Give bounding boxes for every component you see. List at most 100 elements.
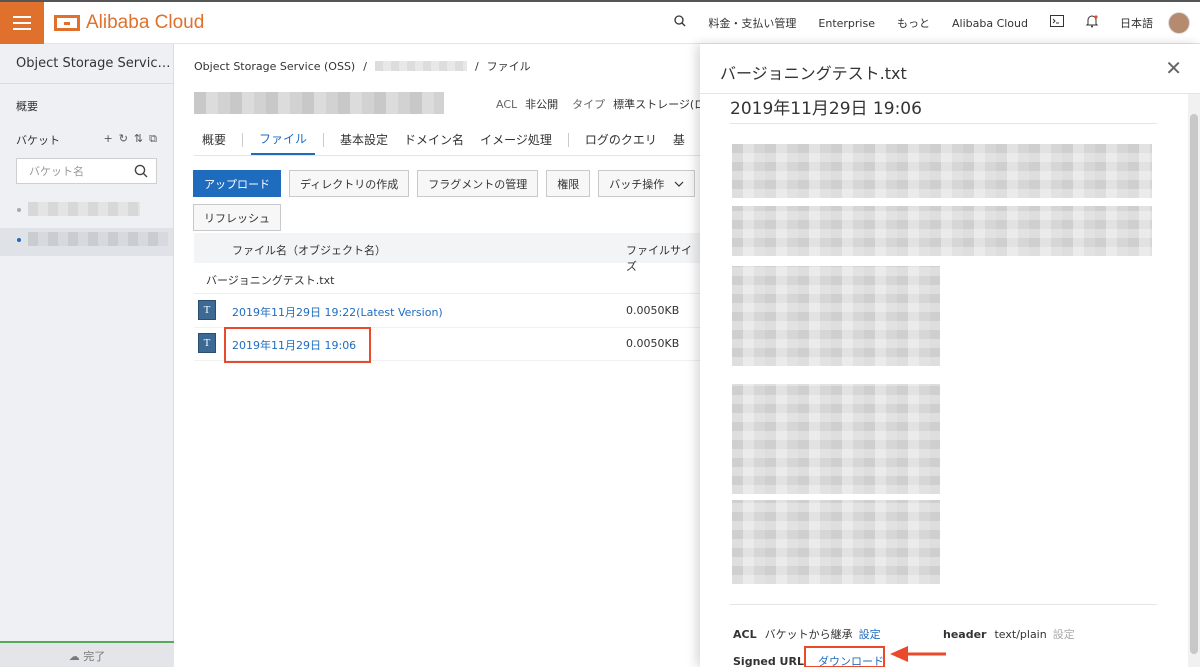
acl-settings-link[interactable]: 設定 <box>859 628 881 641</box>
bucket-name-redacted <box>28 232 168 246</box>
sidebar-bucket-item-active[interactable] <box>0 228 173 256</box>
preview-title: 2019年11月29日 19:06 <box>730 99 922 119</box>
type-label: タイプ <box>572 98 606 111</box>
batch-operation-label: バッチ操作 <box>609 177 665 191</box>
preview-content-redacted <box>732 144 1152 198</box>
sidebar-title: Object Storage Servic… <box>0 44 173 84</box>
file-size: 0.0050KB <box>626 337 680 350</box>
signed-url-label: Signed URL <box>733 655 804 667</box>
upload-button[interactable]: アップロード <box>193 170 281 197</box>
header-settings-link[interactable]: 設定 <box>1053 628 1075 641</box>
bucket-tools: + ↻ ⇅ ⧉ <box>103 132 157 148</box>
text-file-icon: T <box>198 300 216 320</box>
header-label: header <box>943 628 987 641</box>
text-file-icon: T <box>198 333 216 353</box>
search-icon[interactable] <box>134 164 148 178</box>
bucket-dot-icon <box>17 238 21 242</box>
bucket-section-header: バケット + ↻ ⇅ ⧉ <box>0 114 173 148</box>
acl-label: ACL <box>733 628 757 641</box>
bucket-name-redacted <box>28 202 140 216</box>
refresh-button[interactable]: リフレッシュ <box>193 204 281 231</box>
sidebar-item-overview[interactable]: 概要 <box>0 84 173 114</box>
terminal-icon[interactable] <box>1039 15 1075 31</box>
nav-enterprise[interactable]: Enterprise <box>807 17 886 30</box>
bucket-search-input[interactable] <box>29 164 129 178</box>
nav-billing[interactable]: 料金・支払い管理 <box>697 15 807 31</box>
breadcrumb-oss[interactable]: Object Storage Service (OSS) <box>194 60 355 73</box>
bucket-dot-icon <box>17 208 21 212</box>
divider <box>730 123 1157 124</box>
tab-log-query[interactable]: ログのクエリ <box>577 131 665 154</box>
acl-value: 非公開 <box>525 98 559 111</box>
avatar[interactable] <box>1168 12 1190 34</box>
bucket-search <box>16 158 157 184</box>
toolbar: アップロード ディレクトリの作成 フラグメントの管理 権限 バッチ操作 リフレッ… <box>193 170 700 231</box>
close-icon[interactable]: ✕ <box>1165 56 1182 80</box>
preview-content-redacted <box>732 206 1152 256</box>
sort-icon[interactable]: ⇅ <box>134 132 143 148</box>
tab-truncated[interactable]: 基 <box>665 131 693 154</box>
batch-operation-button[interactable]: バッチ操作 <box>598 170 696 197</box>
acl-value: バケットから継承 <box>764 628 853 641</box>
sidebar-bucket-item[interactable] <box>0 198 173 222</box>
breadcrumb: Object Storage Service (OSS) / / ファイル <box>194 58 531 74</box>
scrollbar-thumb[interactable] <box>1190 114 1198 654</box>
acl-label: ACL <box>496 98 518 111</box>
alibaba-cloud-logo-icon <box>54 15 80 31</box>
search-icon[interactable] <box>663 15 697 31</box>
menu-icon[interactable] <box>0 2 44 44</box>
preview-content-redacted <box>732 500 940 584</box>
annotation-arrow-icon <box>890 646 946 662</box>
nav-language[interactable]: 日本語 <box>1109 15 1164 31</box>
fragment-management-button[interactable]: フラグメントの管理 <box>417 170 539 197</box>
annotation-highlight-box <box>224 327 371 363</box>
breadcrumb-files: ファイル <box>486 60 531 73</box>
divider <box>730 604 1157 605</box>
drawer-header: バージョニングテスト.txt ✕ <box>700 44 1200 94</box>
cloud-icon: ☁ <box>68 650 80 663</box>
preview-content-redacted <box>732 266 940 366</box>
breadcrumb-separator: / <box>474 59 479 73</box>
tab-divider <box>242 132 244 147</box>
bell-icon[interactable] <box>1075 14 1109 32</box>
add-icon[interactable]: + <box>103 132 112 148</box>
nav-more[interactable]: もっと <box>886 15 941 31</box>
create-directory-button[interactable]: ディレクトリの作成 <box>289 170 410 197</box>
column-file-name[interactable]: ファイル名（オブジェクト名） <box>232 242 386 258</box>
table-row[interactable]: T 2019年11月29日 19:22(Latest Version) 0.00… <box>194 294 700 328</box>
tab-divider <box>567 132 569 147</box>
tab-image-processing[interactable]: イメージ処理 <box>472 131 560 154</box>
file-version-link[interactable]: 2019年11月29日 19:22(Latest Version) <box>232 304 443 320</box>
version-group-row: バージョニングテスト.txt <box>194 264 700 294</box>
sidebar-footer: ☁ 完了 <box>0 641 174 667</box>
tab-files[interactable]: ファイル <box>251 130 316 155</box>
top-nav: 料金・支払い管理 Enterprise もっと Alibaba Cloud 日本… <box>663 2 1200 44</box>
bucket-title-redacted <box>194 92 444 114</box>
tab-basic-settings[interactable]: 基本設定 <box>332 131 396 154</box>
file-detail-drawer: バージョニングテスト.txt ✕ 2019年11月29日 19:06 ACL バケ… <box>700 44 1200 667</box>
type-value: 標準ストレージ(ロ <box>613 98 706 111</box>
drawer-scrollbar[interactable] <box>1188 94 1200 667</box>
footer-status: 完了 <box>83 650 106 663</box>
tab-overview[interactable]: 概要 <box>194 131 234 154</box>
file-table-header: ファイル名（オブジェクト名） ファイルサイズ <box>194 233 700 273</box>
bucket-tabs: 概要 ファイル 基本設定 ドメイン名 イメージ処理 ログのクエリ 基 <box>194 130 700 156</box>
sidebar: Object Storage Servic… 概要 バケット + ↻ ⇅ ⧉ ☁… <box>0 44 174 667</box>
brand-name: Alibaba Cloud <box>86 12 205 33</box>
brand-logo[interactable]: Alibaba Cloud <box>54 12 204 34</box>
expand-icon[interactable]: ⧉ <box>149 132 157 148</box>
breadcrumb-bucket-redacted[interactable] <box>374 61 467 71</box>
nav-alibaba-cloud[interactable]: Alibaba Cloud <box>941 17 1039 30</box>
top-bar: Alibaba Cloud 料金・支払い管理 Enterprise もっと Al… <box>0 0 1200 44</box>
preview-content-redacted <box>732 384 940 494</box>
tab-domain[interactable]: ドメイン名 <box>396 131 472 154</box>
chevron-down-icon <box>674 181 684 187</box>
bucket-meta: ACL 非公開 タイプ 標準ストレージ(ロ <box>496 96 705 112</box>
bucket-heading: バケット <box>16 134 60 147</box>
acl-row: ACL バケットから継承 設定 <box>733 626 881 642</box>
permissions-button[interactable]: 権限 <box>546 170 591 197</box>
refresh-icon[interactable]: ↻ <box>119 132 128 148</box>
tab-divider <box>323 132 325 147</box>
breadcrumb-separator: / <box>363 59 367 73</box>
file-size: 0.0050KB <box>626 304 680 317</box>
